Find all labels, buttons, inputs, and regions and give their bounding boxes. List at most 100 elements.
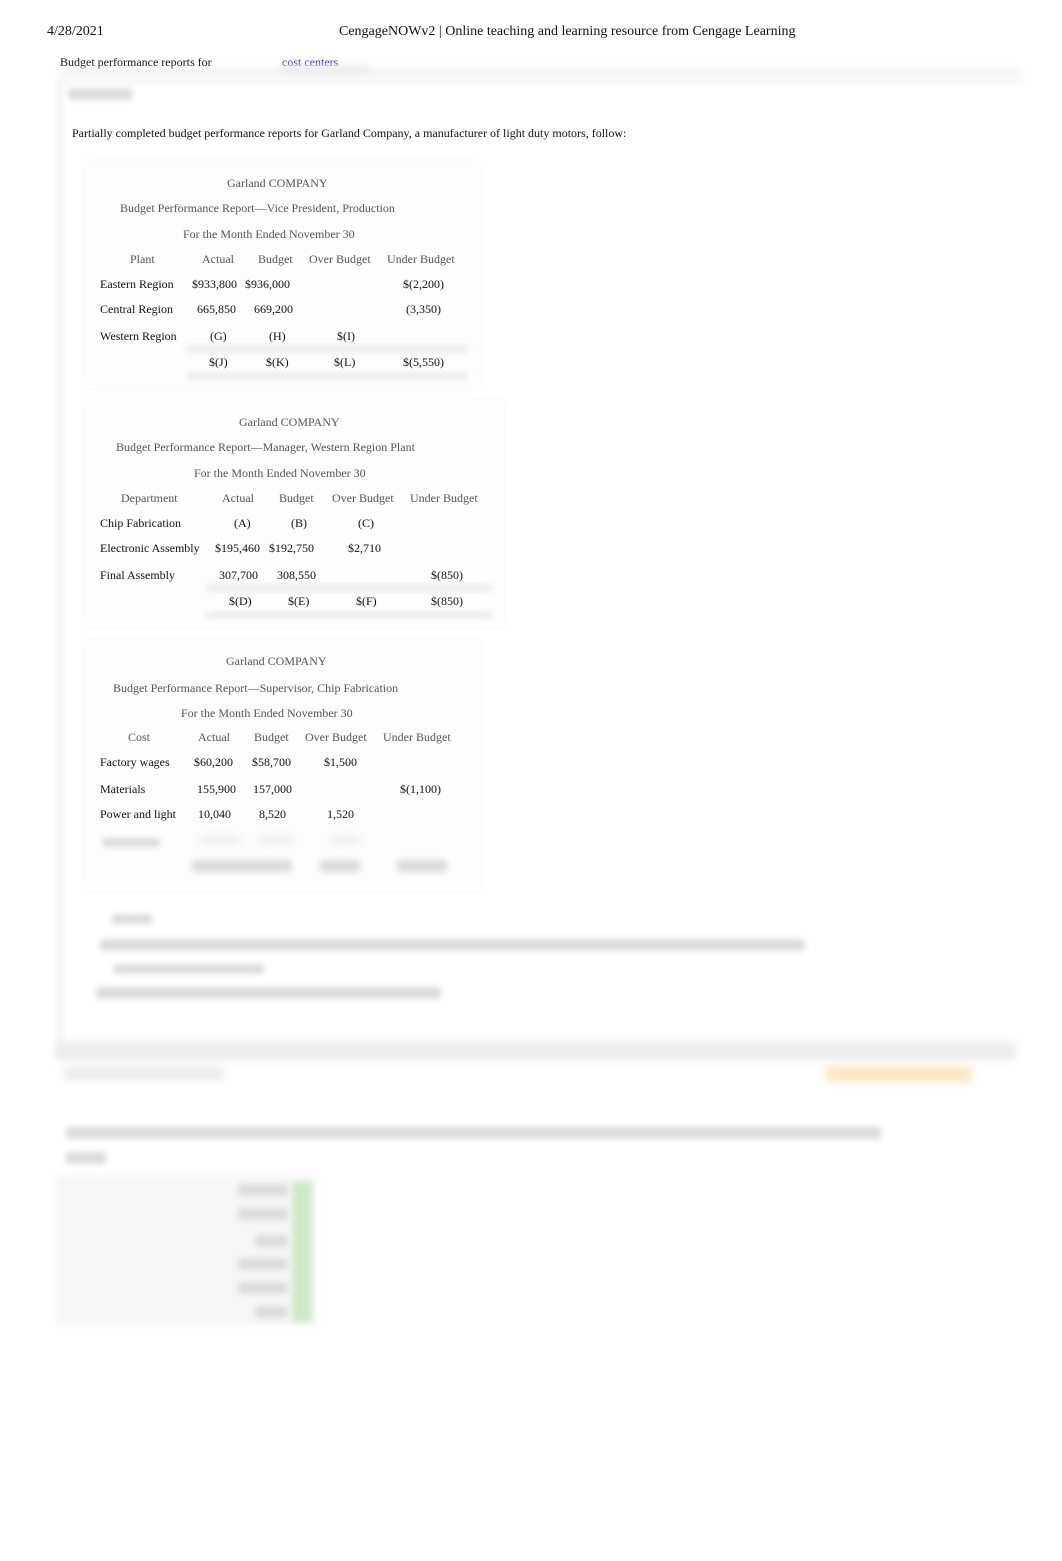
correct-check-icon bbox=[292, 1182, 312, 1322]
report-period: For the Month Ended November 30 bbox=[183, 227, 355, 241]
blurred-section-bar bbox=[56, 1042, 1016, 1060]
blurred-answer-grid bbox=[56, 1175, 316, 1325]
cell-under: $(1,100) bbox=[400, 782, 441, 796]
blurred-cell bbox=[260, 836, 294, 844]
col-header: Department bbox=[121, 491, 178, 505]
report-title: Budget Performance Report—Supervisor, Ch… bbox=[113, 681, 399, 695]
report-company: Garland COMPANY bbox=[226, 654, 327, 668]
row-label: Electronic Assembly bbox=[100, 541, 200, 555]
blurred-total bbox=[397, 860, 447, 872]
blurred-answer-input[interactable] bbox=[238, 1184, 288, 1196]
total-budget: $(E) bbox=[288, 594, 310, 608]
cell-over: $2,710 bbox=[348, 541, 381, 555]
blurred-cell bbox=[332, 836, 360, 844]
report-title: Budget Performance Report—Vice President… bbox=[120, 201, 395, 215]
total-over: $(F) bbox=[356, 594, 377, 608]
cell-budget: (B) bbox=[291, 516, 307, 530]
row-label: Materials bbox=[100, 782, 146, 796]
col-header: Over Budget bbox=[309, 252, 371, 266]
blurred-feedback-button[interactable] bbox=[826, 1066, 972, 1082]
cell-over: (C) bbox=[358, 516, 374, 530]
cell-budget: (H) bbox=[269, 329, 286, 343]
row-label: Western Region bbox=[100, 329, 177, 343]
row-label: Power and light bbox=[100, 807, 176, 821]
col-header: Actual bbox=[222, 491, 254, 505]
report-western-region: Garland COMPANY Budget Performance Repor… bbox=[84, 401, 504, 627]
cell-actual: (A) bbox=[234, 516, 251, 530]
col-header: Budget bbox=[258, 252, 293, 266]
panel-heading-blurred bbox=[68, 88, 132, 100]
report-period: For the Month Ended November 30 bbox=[181, 706, 353, 720]
cell-over: $1,500 bbox=[324, 755, 357, 769]
row-label: Factory wages bbox=[100, 755, 170, 769]
cell-actual: 155,900 bbox=[197, 782, 236, 796]
blurred-total bbox=[192, 860, 292, 872]
col-header: Over Budget bbox=[305, 730, 367, 744]
report-company: Garland COMPANY bbox=[239, 415, 340, 429]
blurred-row-label bbox=[102, 838, 160, 847]
col-header: Actual bbox=[198, 730, 230, 744]
row-label: Chip Fabrication bbox=[100, 516, 181, 530]
cell-budget: $58,700 bbox=[252, 755, 291, 769]
report-company: Garland COMPANY bbox=[227, 176, 328, 190]
blurred-requirement-1 bbox=[100, 939, 805, 951]
cell-actual: (G) bbox=[210, 329, 227, 343]
row-label: Central Region bbox=[100, 302, 173, 316]
total-over: $(L) bbox=[334, 355, 356, 369]
cell-budget: $192,750 bbox=[269, 541, 314, 555]
cell-actual: 10,040 bbox=[198, 807, 231, 821]
blurred-cell bbox=[200, 836, 240, 844]
cell-budget: 669,200 bbox=[254, 302, 293, 316]
total-under: $(850) bbox=[431, 594, 463, 608]
report-vp-production: Garland COMPANY Budget Performance Repor… bbox=[84, 162, 479, 388]
cell-budget: 308,550 bbox=[277, 568, 316, 582]
cell-actual: $60,200 bbox=[194, 755, 233, 769]
cell-actual: $195,460 bbox=[215, 541, 260, 555]
cell-budget: $936,000 bbox=[245, 277, 290, 291]
col-header: Under Budget bbox=[383, 730, 451, 744]
blurred-answer-input[interactable] bbox=[238, 1208, 288, 1220]
cell-under: $(2,200) bbox=[403, 277, 444, 291]
cell-actual: 665,850 bbox=[197, 302, 236, 316]
intro-text: Partially completed budget performance r… bbox=[72, 126, 627, 140]
topic-label: Budget performance reports for bbox=[60, 55, 212, 69]
col-header: Plant bbox=[130, 252, 155, 266]
print-date: 4/28/2021 bbox=[47, 24, 104, 39]
cell-over: 1,520 bbox=[327, 807, 354, 821]
blurred-answer-input[interactable] bbox=[255, 1235, 288, 1247]
col-header: Under Budget bbox=[410, 491, 478, 505]
row-label: Final Assembly bbox=[100, 568, 176, 582]
cell-actual: $933,800 bbox=[192, 277, 237, 291]
cell-actual: 307,700 bbox=[219, 568, 258, 582]
blurred-requirement-2 bbox=[96, 987, 441, 999]
col-header: Actual bbox=[202, 252, 234, 266]
blurred-required-label bbox=[112, 914, 152, 924]
blurred-answer-input[interactable] bbox=[238, 1258, 288, 1270]
blurred-answer-input[interactable] bbox=[255, 1306, 288, 1318]
blurred-answer-input[interactable] bbox=[238, 1282, 288, 1294]
col-header: Over Budget bbox=[332, 491, 394, 505]
cell-budget: 8,520 bbox=[259, 807, 286, 821]
row-label: Eastern Region bbox=[100, 277, 174, 291]
cell-over: $(I) bbox=[337, 329, 355, 343]
col-header: Under Budget bbox=[387, 252, 455, 266]
blurred-question-text-cont bbox=[66, 1152, 106, 1164]
blurred-section-tab bbox=[64, 1066, 224, 1080]
cell-under: $(850) bbox=[431, 568, 463, 582]
total-actual: $(D) bbox=[229, 594, 252, 608]
total-actual: $(J) bbox=[209, 355, 228, 369]
total-budget: $(K) bbox=[266, 355, 289, 369]
total-under: $(5,550) bbox=[403, 355, 444, 369]
report-period: For the Month Ended November 30 bbox=[194, 466, 366, 480]
col-header: Cost bbox=[128, 730, 151, 744]
blurred-total bbox=[320, 860, 360, 872]
blurred-requirement-1-cont bbox=[114, 964, 264, 974]
report-chip-fabrication: Garland COMPANY Budget Performance Repor… bbox=[84, 640, 479, 891]
blurred-question-text bbox=[66, 1127, 881, 1139]
cell-budget: 157,000 bbox=[253, 782, 292, 796]
page-title: CengageNOWv2 | Online teaching and learn… bbox=[339, 24, 796, 39]
col-header: Budget bbox=[254, 730, 289, 744]
cell-under: (3,350) bbox=[406, 302, 441, 316]
report-title: Budget Performance Report—Manager, Weste… bbox=[116, 440, 415, 454]
col-header: Budget bbox=[279, 491, 314, 505]
